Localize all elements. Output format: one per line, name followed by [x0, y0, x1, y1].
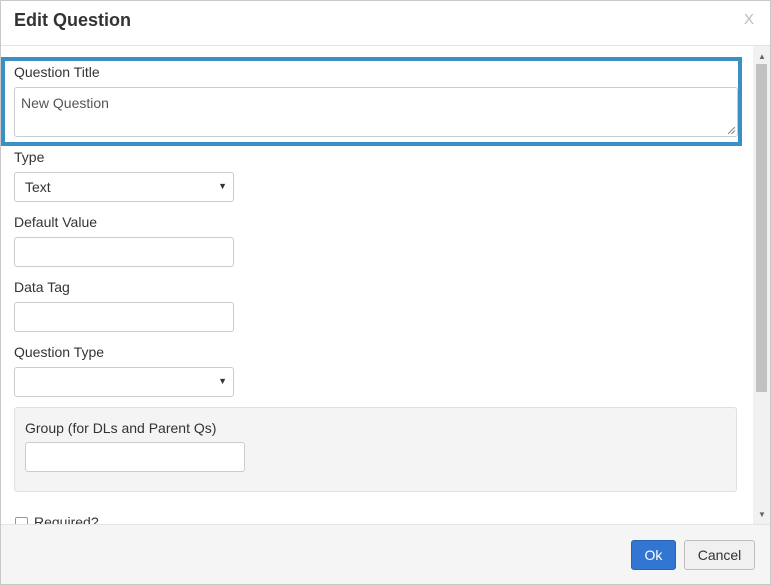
type-select[interactable]: Text ▼ [14, 172, 234, 202]
chevron-down-icon: ▼ [218, 376, 227, 386]
edit-question-dialog: Edit Question X Question Title New Quest… [0, 0, 771, 585]
required-checkbox[interactable] [15, 517, 28, 524]
type-label: Type [14, 149, 45, 165]
data-tag-input[interactable] [14, 302, 234, 332]
data-tag-label: Data Tag [14, 279, 70, 295]
question-title-value: New Question [21, 95, 109, 111]
resize-handle-icon[interactable] [728, 127, 735, 134]
question-title-textarea[interactable]: New Question [14, 87, 738, 137]
dialog-footer: Ok Cancel [1, 524, 770, 584]
scroll-down-icon[interactable]: ▼ [758, 510, 766, 519]
cancel-button[interactable]: Cancel [684, 540, 755, 570]
scroll-up-icon[interactable]: ▲ [758, 52, 766, 61]
group-panel: Group (for DLs and Parent Qs) [14, 407, 737, 492]
dialog-body: Question Title New Question Type Text ▼ … [1, 46, 753, 524]
vertical-scrollbar[interactable]: ▲ ▼ [753, 46, 770, 524]
required-label: Required? [34, 514, 99, 524]
chevron-down-icon: ▼ [218, 181, 227, 191]
question-type-select[interactable]: ▼ [14, 367, 234, 397]
group-label: Group (for DLs and Parent Qs) [25, 420, 217, 436]
group-input[interactable] [25, 442, 245, 472]
default-value-input[interactable] [14, 237, 234, 267]
dialog-title: Edit Question [14, 10, 131, 30]
default-value-label: Default Value [14, 214, 98, 230]
type-selected-value: Text [25, 179, 51, 195]
question-type-label: Question Type [14, 344, 105, 360]
question-title-label: Question Title [14, 64, 100, 80]
dialog-header: Edit Question X [1, 1, 770, 46]
close-icon[interactable]: X [744, 11, 754, 28]
scrollbar-thumb[interactable] [756, 64, 767, 392]
ok-button[interactable]: Ok [631, 540, 676, 570]
